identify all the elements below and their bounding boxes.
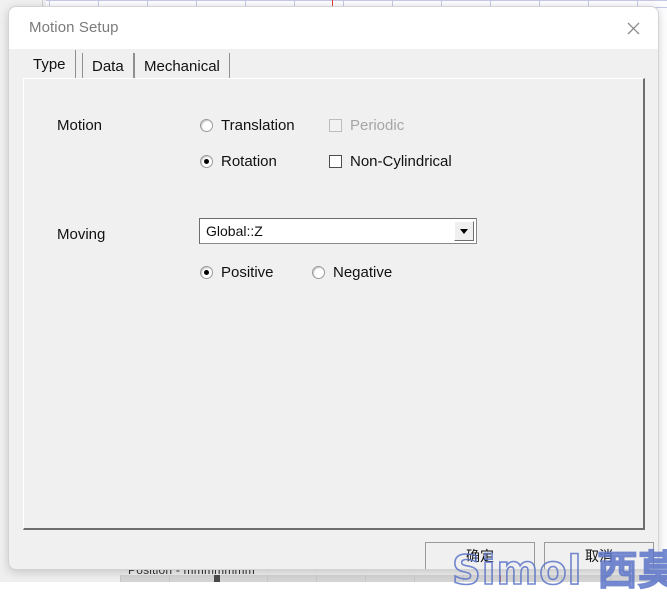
motion-setup-dialog: Motion Setup Type Data Mechanical Motion… [8,6,659,570]
radio-translation-indicator [200,119,213,132]
checkbox-periodic-indicator [329,119,342,132]
ok-button-label: 确定 [466,546,494,566]
radio-positive[interactable]: Positive [200,264,274,281]
radio-negative[interactable]: Negative [312,264,392,281]
radio-positive-label: Positive [221,264,274,281]
radio-translation[interactable]: Translation [200,117,295,134]
radio-negative-indicator [312,266,325,279]
radio-negative-label: Negative [333,264,392,281]
radio-positive-indicator [200,266,213,279]
cancel-button[interactable]: 取消 [544,542,654,570]
radio-rotation-label: Rotation [221,153,277,170]
close-icon[interactable] [616,13,650,43]
ok-button[interactable]: 确定 [425,542,535,570]
tab-mechanical-label: Mechanical [144,58,220,75]
tab-type-label: Type [33,56,66,73]
radio-rotation-indicator [200,155,213,168]
tab-data-label: Data [92,58,124,75]
moving-axis-value: Global::Z [206,223,454,239]
checkbox-periodic-label: Periodic [350,117,404,134]
dialog-titlebar: Motion Setup [9,7,658,49]
checkbox-non-cylindrical-label: Non-Cylindrical [350,153,452,170]
tab-data[interactable]: Data [82,53,134,79]
type-tab-panel: Motion Translation Periodic Rotation Non… [23,78,645,530]
radio-rotation[interactable]: Rotation [200,153,277,170]
tab-mechanical[interactable]: Mechanical [134,53,230,79]
motion-group-label: Motion [57,117,102,134]
chevron-down-icon[interactable] [454,221,474,241]
tab-type[interactable]: Type [24,50,76,79]
moving-group-label: Moving [57,226,105,243]
tab-strip: Type Data Mechanical [9,49,658,79]
radio-translation-label: Translation [221,117,295,134]
checkbox-periodic: Periodic [329,117,404,134]
background-bottom-red-marker [500,575,501,582]
dialog-title: Motion Setup [29,19,119,36]
cancel-button-label: 取消 [585,546,613,566]
checkbox-non-cylindrical[interactable]: Non-Cylindrical [329,153,452,170]
checkbox-non-cylindrical-indicator [329,155,342,168]
moving-axis-combobox[interactable]: Global::Z [199,218,477,244]
